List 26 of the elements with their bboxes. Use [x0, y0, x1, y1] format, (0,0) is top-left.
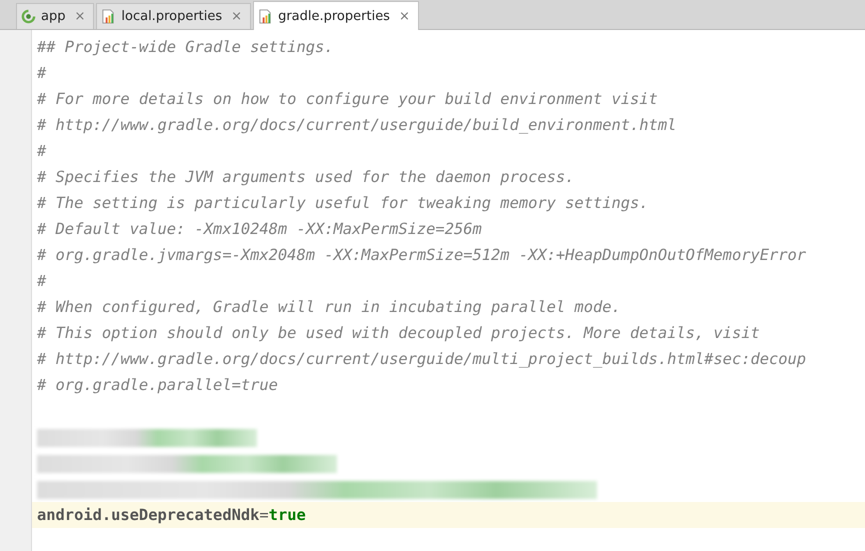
code-comment: #	[37, 142, 46, 160]
property-key: android.useDeprecatedNdk	[37, 506, 260, 524]
code-comment: # This option should only be used with decoupled projects. More details, visit	[37, 324, 760, 342]
code-comment: #	[37, 64, 46, 82]
code-comment: # http://www.gradle.org/docs/current/userguide/multi_project_builds.html#sec:decoup	[37, 350, 806, 368]
properties-file-icon	[101, 9, 116, 24]
close-icon[interactable]: ×	[398, 8, 410, 24]
code-comment: # Default value: -Xmx10248m -XX:MaxPermSize=256m	[37, 220, 482, 238]
close-icon[interactable]: ×	[74, 9, 86, 24]
code-comment: # org.gradle.parallel=true	[37, 376, 278, 394]
code-comment: # http://www.gradle.org/docs/current/userguide/build_environment.html	[37, 116, 676, 134]
close-icon[interactable]: ×	[231, 9, 242, 24]
properties-file-icon	[258, 8, 274, 24]
property-value: true	[268, 506, 306, 524]
property-separator: =	[259, 506, 269, 524]
code-comment: # The setting is particularly useful for tweaking memory settings.	[37, 194, 649, 212]
editor-tab[interactable]: local.properties ×	[96, 3, 252, 29]
code-comment: # org.gradle.jvmargs=-Xmx2048m -XX:MaxPermSize=512m -XX:+HeapDumpOnOutOfMemoryError	[37, 246, 806, 264]
code-comment: # Specifies the JVM arguments used for the daemon process.	[37, 168, 574, 186]
code-comment: # When configured, Gradle will run in incubating parallel mode.	[37, 298, 621, 316]
editor-tab[interactable]: app ×	[16, 3, 94, 29]
editor-tab[interactable]: gradle.properties ×	[253, 1, 419, 30]
code-comment: #	[37, 272, 46, 290]
module-icon	[21, 9, 36, 24]
code-comment: ## Project-wide Gradle settings.	[37, 38, 334, 56]
code-comment: # For more details on how to configure your build environment visit	[37, 90, 658, 108]
